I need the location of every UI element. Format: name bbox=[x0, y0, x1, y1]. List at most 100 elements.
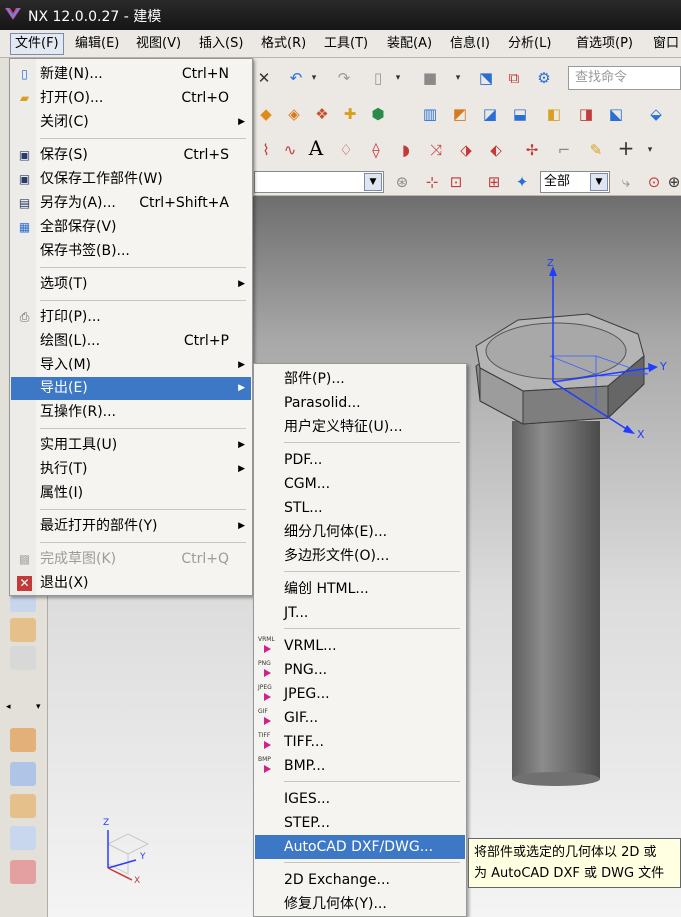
revolve-icon[interactable]: ◈ bbox=[284, 104, 304, 124]
command-finder-icon[interactable]: ⬔ bbox=[476, 68, 496, 88]
collapse-left-icon[interactable]: ◂ bbox=[6, 702, 11, 712]
export-item-png[interactable]: PNG PNG... bbox=[255, 658, 465, 682]
menu-window[interactable]: 窗口 bbox=[649, 34, 681, 54]
menu-item-interoperate[interactable]: 互操作(R)... bbox=[11, 401, 251, 424]
select-all-icon[interactable]: ⊕ bbox=[664, 172, 681, 192]
export-item-vrml[interactable]: VRML VRML... bbox=[255, 634, 465, 658]
menu-item-open[interactable]: ▰ 打开(O)... Ctrl+O bbox=[11, 87, 251, 110]
split-curve-icon[interactable]: ✢ bbox=[522, 140, 542, 160]
scope-dropdown-icon[interactable]: ▼ bbox=[590, 173, 608, 191]
export-item-html[interactable]: 编创 HTML... bbox=[255, 577, 465, 601]
redo-icon[interactable]: ↷ bbox=[334, 68, 354, 88]
menu-item-export[interactable]: 导出(E) ▶ bbox=[11, 377, 251, 400]
menu-item-plot[interactable]: 绘图(L)... Ctrl+P bbox=[11, 330, 251, 353]
hole-icon[interactable]: ❖ bbox=[312, 104, 332, 124]
shell-icon[interactable]: ⬓ bbox=[510, 104, 530, 124]
process-studio-icon[interactable] bbox=[10, 826, 36, 850]
history-icon[interactable] bbox=[10, 762, 36, 786]
menu-item-print[interactable]: ⎙ 打印(P)... bbox=[11, 306, 251, 329]
datum-icon[interactable]: ▥ bbox=[420, 104, 440, 124]
export-item-udf[interactable]: 用户定义特征(U)... bbox=[255, 415, 465, 439]
extrude-icon[interactable]: ◆ bbox=[256, 104, 276, 124]
export-item-part[interactable]: 部件(P)... bbox=[255, 367, 465, 391]
menu-analysis[interactable]: 分析(L) bbox=[504, 34, 555, 54]
menu-item-save-work-part[interactable]: ▣ 仅保存工作部件(W) bbox=[11, 168, 251, 191]
blend-icon[interactable]: ◩ bbox=[450, 104, 470, 124]
menu-file[interactable]: 文件(F) bbox=[10, 33, 64, 55]
view-cube-icon[interactable]: ⬙ bbox=[646, 104, 666, 124]
export-item-faceted-body[interactable]: 细分几何体(E)... bbox=[255, 520, 465, 544]
export-item-jpeg[interactable]: JPEG JPEG... bbox=[255, 682, 465, 706]
filter-options-icon[interactable]: ⊛ bbox=[392, 172, 412, 192]
menu-item-utilities[interactable]: 实用工具(U) ▶ bbox=[11, 434, 251, 457]
menu-item-close[interactable]: 关闭(C) ▶ bbox=[11, 111, 251, 134]
menu-edit[interactable]: 编辑(E) bbox=[71, 34, 123, 54]
paste-icon[interactable]: ■ bbox=[420, 68, 440, 88]
export-item-jt[interactable]: JT... bbox=[255, 601, 465, 625]
menu-item-save[interactable]: ▣ 保存(S) Ctrl+S bbox=[11, 144, 251, 167]
menu-item-options[interactable]: 选项(T) ▶ bbox=[11, 273, 251, 296]
menu-information[interactable]: 信息(I) bbox=[446, 34, 494, 54]
menu-assembly[interactable]: 装配(A) bbox=[383, 34, 436, 54]
menu-item-exit[interactable]: ✕ 退出(X) bbox=[11, 572, 251, 595]
export-item-repair-geometry[interactable]: 修复几何体(Y)... bbox=[255, 892, 465, 916]
export-item-bmp[interactable]: BMP BMP... bbox=[255, 754, 465, 778]
menu-item-save-all[interactable]: ▦ 全部保存(V) bbox=[11, 216, 251, 239]
chamfer-icon[interactable]: ◪ bbox=[480, 104, 500, 124]
export-item-stl[interactable]: STL... bbox=[255, 496, 465, 520]
export-item-2d-exchange[interactable]: 2D Exchange... bbox=[255, 868, 465, 892]
bolt-model[interactable] bbox=[475, 313, 649, 786]
spline-icon[interactable]: ∿ bbox=[280, 140, 300, 160]
menu-item-recent-parts[interactable]: 最近打开的部件(Y) ▶ bbox=[11, 515, 251, 538]
extract-curve-icon[interactable]: ⬗ bbox=[456, 140, 476, 160]
menu-tools[interactable]: 工具(T) bbox=[320, 34, 372, 54]
trim-icon[interactable]: ⬕ bbox=[606, 104, 626, 124]
cut-icon[interactable]: ▯ bbox=[368, 68, 388, 88]
settings-icon[interactable]: ⚙ bbox=[534, 68, 554, 88]
menu-insert[interactable]: 插入(S) bbox=[195, 34, 247, 54]
pencil-icon[interactable]: ✎ bbox=[586, 140, 606, 160]
edit-dropdown-icon[interactable]: ▾ bbox=[388, 68, 408, 88]
menu-item-new[interactable]: ▯ 新建(N)... Ctrl+N bbox=[11, 63, 251, 86]
paste-dropdown-icon[interactable]: ▾ bbox=[448, 68, 468, 88]
export-item-parasolid[interactable]: Parasolid... bbox=[255, 391, 465, 415]
curve-icon[interactable]: ⌇ bbox=[256, 140, 276, 160]
filter-dropdown-icon[interactable]: ▼ bbox=[364, 173, 382, 191]
add-dropdown-icon[interactable]: ▾ bbox=[640, 140, 660, 160]
menu-view[interactable]: 视图(V) bbox=[132, 34, 185, 54]
undo-dropdown-icon[interactable]: ▾ bbox=[304, 68, 324, 88]
snap-center-icon[interactable]: ✦ bbox=[512, 172, 532, 192]
snap-mid-icon[interactable]: ⊞ bbox=[484, 172, 504, 192]
selection-lock-icon[interactable]: ⤷ bbox=[616, 172, 636, 192]
command-search-input[interactable]: 查找命令 bbox=[568, 66, 681, 90]
system-materials-icon[interactable] bbox=[10, 794, 36, 818]
collapse-down-icon[interactable]: ▾ bbox=[36, 702, 41, 712]
menu-item-import[interactable]: 导入(M) ▶ bbox=[11, 354, 251, 377]
export-item-step[interactable]: STEP... bbox=[255, 811, 465, 835]
menu-item-properties[interactable]: 属性(I) bbox=[11, 482, 251, 505]
snap-point-icon[interactable]: ⊹ bbox=[422, 172, 442, 192]
snap-settings-icon[interactable]: ⊙ bbox=[644, 172, 664, 192]
menu-format[interactable]: 格式(R) bbox=[257, 34, 310, 54]
export-item-iges[interactable]: IGES... bbox=[255, 787, 465, 811]
export-item-autocad-dxf-dwg[interactable]: AutoCAD DXF/DWG... bbox=[255, 835, 465, 859]
project-curve-icon[interactable]: ⟠ bbox=[366, 140, 386, 160]
text-icon[interactable]: A bbox=[306, 138, 326, 158]
offset-curve-icon[interactable]: ⤨ bbox=[426, 140, 446, 160]
close-icon[interactable]: ✕ bbox=[254, 68, 274, 88]
export-item-tiff[interactable]: TIFF TIFF... bbox=[255, 730, 465, 754]
assembly-nav-icon[interactable] bbox=[10, 618, 36, 642]
corner-icon[interactable]: ⌐ bbox=[554, 140, 574, 160]
export-item-polygon-file[interactable]: 多边形文件(O)... bbox=[255, 544, 465, 568]
export-item-pdf[interactable]: PDF... bbox=[255, 448, 465, 472]
window-icon[interactable]: ⧉ bbox=[504, 68, 524, 88]
draft-icon[interactable]: ◧ bbox=[544, 104, 564, 124]
intersection-curve-icon[interactable]: ◗ bbox=[396, 140, 416, 160]
export-item-gif[interactable]: GIF GIF... bbox=[255, 706, 465, 730]
boolean-icon[interactable]: ✚ bbox=[340, 104, 360, 124]
menu-preferences[interactable]: 首选项(P) bbox=[572, 34, 637, 54]
fillet-curve-icon[interactable]: ♢ bbox=[336, 140, 356, 160]
pattern-icon[interactable]: ⬢ bbox=[368, 104, 388, 124]
menu-item-save-as[interactable]: ▤ 另存为(A)... Ctrl+Shift+A bbox=[11, 192, 251, 215]
selection-scope-combo[interactable]: 全部 ▼ bbox=[540, 171, 610, 193]
